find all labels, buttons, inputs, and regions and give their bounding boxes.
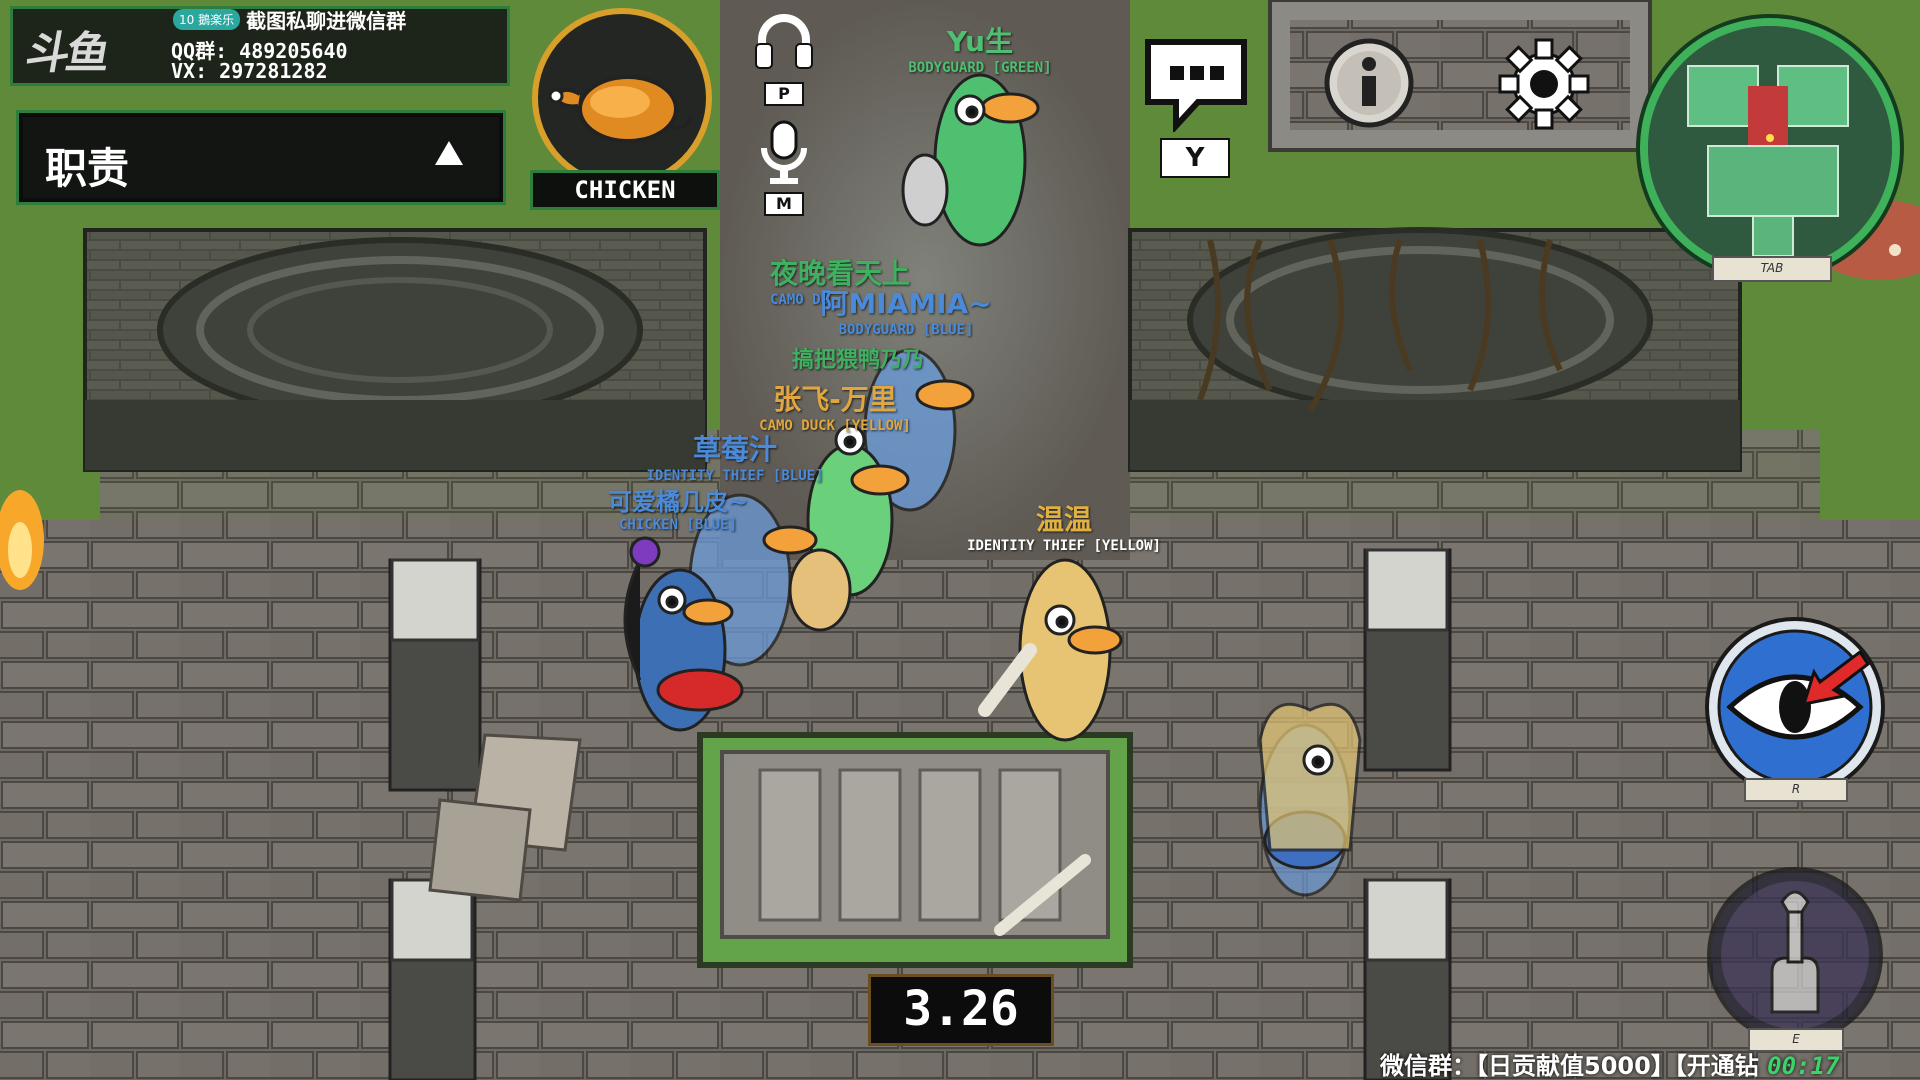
player-name: 温温 xyxy=(1035,503,1092,536)
wrench-hand-icon xyxy=(1707,867,1883,1043)
ability-key: R xyxy=(1744,778,1848,802)
player-nameplate: 可爱橘几皮~ CHICKEN [BLUE] xyxy=(608,482,748,533)
eye-icon xyxy=(1705,617,1885,797)
duty-panel-toggle[interactable]: 职责 xyxy=(16,110,506,205)
chat-bubble-icon xyxy=(1145,39,1247,134)
stream-overlay: 斗鱼 10 鵝楽乐 截图私聊进微信群 QQ群: 489205640 VX: 29… xyxy=(10,6,510,86)
player-role: BODYGUARD [BLUE] xyxy=(838,322,974,338)
ticker-clock: 00:17 xyxy=(1767,1052,1840,1080)
chat-key: Y xyxy=(1160,138,1230,178)
round-timer: 3.26 xyxy=(868,974,1054,1046)
info-button[interactable] xyxy=(1322,36,1416,130)
player-nameplate: 温温 IDENTITY THIEF [YELLOW] xyxy=(967,498,1161,554)
stream-notice: 截图私聊进微信群 xyxy=(246,8,407,33)
role-portrait xyxy=(532,8,712,188)
expand-arrow-icon xyxy=(435,141,463,165)
chat-button[interactable] xyxy=(1140,36,1252,134)
douyu-logo: 斗鱼 xyxy=(21,28,111,79)
headphones-button[interactable] xyxy=(752,10,816,80)
microphone-key: M xyxy=(764,192,804,216)
info-icon xyxy=(1324,38,1414,128)
player-name: 张飞-万里 xyxy=(773,383,897,416)
player-name: Yu生 xyxy=(946,25,1014,58)
player-nameplate: 阿MIAMIA~ BODYGUARD [BLUE] xyxy=(820,282,991,338)
roast-chicken-icon xyxy=(548,75,692,143)
player-name: 阿MIAMIA~ xyxy=(820,287,992,320)
duty-label: 职责 xyxy=(45,144,130,193)
microphone-button[interactable] xyxy=(752,118,816,188)
ability-button[interactable] xyxy=(1700,612,1890,802)
player-role: BODYGUARD [GREEN] xyxy=(908,60,1052,76)
role-name: CHICKEN xyxy=(530,170,720,210)
player-role: CHICKEN [BLUE] xyxy=(618,517,738,533)
player-nameplate: 搞把猥鸭乃乃 xyxy=(792,342,924,374)
headphones-icon xyxy=(755,14,813,69)
vx-line: VX: 297281282 xyxy=(171,59,328,83)
headphones-key: P xyxy=(764,82,804,106)
stream-top-row: 10 鵝楽乐 截图私聊进微信群 xyxy=(173,7,407,33)
ticker-text: 微信群：【日贡献值5000】【开通钻 xyxy=(1380,1052,1759,1080)
stream-ticker: 微信群：【日贡献值5000】【开通钻 00:17 xyxy=(1380,1046,1920,1080)
player-role: IDENTITY THIEF [YELLOW] xyxy=(967,538,1161,554)
player-nameplate: 张飞-万里 CAMO DUCK [YELLOW] xyxy=(759,378,911,434)
minimap-key: TAB xyxy=(1712,256,1832,282)
use-button[interactable] xyxy=(1702,862,1888,1048)
minimap[interactable] xyxy=(1640,18,1900,278)
player-nameplate: 草莓汁 IDENTITY THIEF [BLUE] xyxy=(646,428,823,484)
vx-value: 297281282 xyxy=(219,59,328,83)
settings-button[interactable] xyxy=(1496,36,1592,132)
player-nameplate: Yu生 BODYGUARD [GREEN] xyxy=(908,20,1051,76)
player-name: 草莓汁 xyxy=(692,433,778,466)
gear-icon xyxy=(1498,38,1590,130)
minimap-layout xyxy=(1648,26,1892,270)
fan-badge: 10 鵝楽乐 xyxy=(173,8,241,30)
player-name: 搞把猥鸭乃乃 xyxy=(791,348,925,373)
microphone-icon xyxy=(761,120,807,184)
vx-label: VX: xyxy=(171,59,208,83)
player-name: 可爱橘几皮~ xyxy=(607,488,749,516)
